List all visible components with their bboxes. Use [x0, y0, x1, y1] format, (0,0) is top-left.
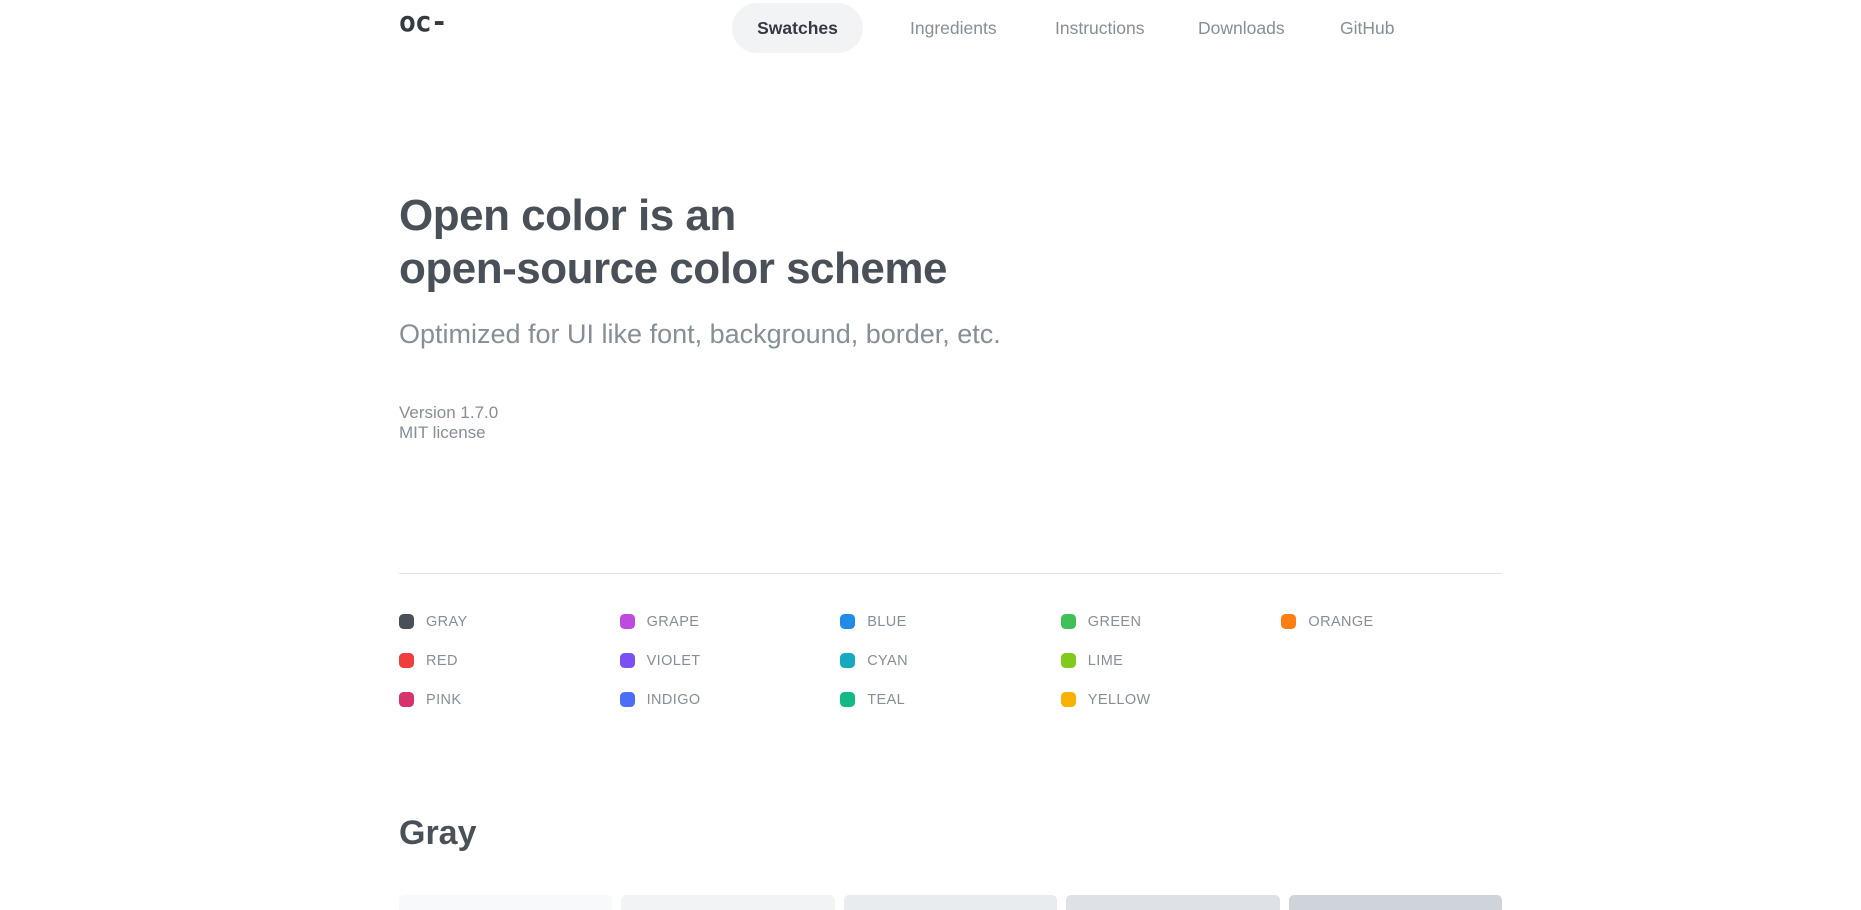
gray-swatch-row	[399, 895, 1502, 910]
teal-color-dot	[840, 692, 856, 707]
violet-color-dot	[619, 653, 635, 668]
cyan-color-dot	[840, 653, 856, 668]
gray-swatch-0[interactable]	[399, 895, 613, 910]
gray-swatch-4[interactable]	[1288, 895, 1502, 910]
yellow-color-dot	[1060, 692, 1076, 707]
gray-color-dot	[399, 614, 414, 629]
lime-color-dot	[1060, 653, 1076, 668]
legend-item-red[interactable]: RED	[399, 653, 620, 669]
gray-swatch-2[interactable]	[843, 895, 1058, 910]
legend-label: INDIGO	[646, 691, 701, 708]
version-block: Version 1.7.0 MIT license	[399, 403, 1502, 443]
section-divider	[399, 573, 1502, 574]
legend-label: GRAY	[426, 613, 468, 630]
legend-label: BLUE	[867, 613, 907, 630]
indigo-color-dot	[619, 692, 635, 707]
legend-item-violet[interactable]: VIOLET	[619, 652, 841, 669]
pink-color-dot	[399, 692, 414, 707]
legend-label: RED	[426, 652, 458, 669]
page-content: Open color is an open-source color schem…	[399, 56, 1502, 910]
red-color-dot	[399, 653, 414, 668]
logo[interactable]: oc-	[399, 5, 448, 38]
gray-swatch-3[interactable]	[1066, 895, 1280, 910]
nav-tab-github[interactable]: GitHub	[1340, 3, 1394, 53]
legend-item-grape[interactable]: GRAPE	[619, 613, 841, 630]
legend-label: CYAN	[867, 652, 908, 669]
license-text: MIT license	[399, 423, 486, 442]
legend-label: TEAL	[867, 691, 906, 708]
legend-label: YELLOW	[1087, 691, 1151, 708]
legend-label: ORANGE	[1308, 613, 1374, 630]
legend-label: GRAPE	[646, 613, 700, 630]
legend-item-cyan[interactable]: CYAN	[840, 653, 1061, 669]
legend-item-lime[interactable]: LIME	[1060, 652, 1282, 669]
orange-color-dot	[1281, 614, 1297, 629]
legend-label: LIME	[1087, 652, 1124, 669]
legend-item-pink[interactable]: PINK	[399, 692, 620, 708]
gray-swatch-1[interactable]	[621, 895, 835, 910]
nav-tab-instructions[interactable]: Instructions	[1055, 3, 1144, 53]
blue-color-dot	[840, 614, 856, 629]
version-text: Version 1.7.0	[399, 403, 499, 422]
color-legend: GRAY RED PINK GRAPE VIOLET INDIGO BLUE C…	[399, 602, 1502, 719]
page-subtitle: Optimized for UI like font, background, …	[399, 319, 1001, 349]
legend-item-orange[interactable]: ORANGE	[1281, 614, 1502, 630]
grape-color-dot	[619, 614, 635, 629]
page-title-line2: open-source color scheme	[399, 244, 947, 293]
legend-item-blue[interactable]: BLUE	[840, 614, 1061, 630]
legend-label: PINK	[426, 691, 462, 708]
nav-tab-downloads[interactable]: Downloads	[1198, 3, 1285, 53]
gray-section-title: Gray	[399, 814, 477, 852]
nav-tab-ingredients[interactable]: Ingredients	[910, 3, 997, 53]
legend-item-indigo[interactable]: INDIGO	[619, 691, 841, 708]
page-title-line1: Open color is an	[399, 191, 736, 240]
legend-label: GREEN	[1087, 613, 1142, 630]
legend-item-green[interactable]: GREEN	[1060, 613, 1282, 630]
top-navigation: oc- Swatches Ingredients Instructions Do…	[0, 0, 1861, 56]
green-color-dot	[1060, 614, 1076, 629]
page-title: Open color is an open-source color schem…	[399, 189, 1502, 295]
nav-tab-swatches[interactable]: Swatches	[732, 3, 863, 53]
legend-item-gray[interactable]: GRAY	[399, 614, 620, 630]
legend-item-teal[interactable]: TEAL	[840, 692, 1061, 708]
legend-label: VIOLET	[646, 652, 701, 669]
legend-item-yellow[interactable]: YELLOW	[1060, 691, 1282, 708]
